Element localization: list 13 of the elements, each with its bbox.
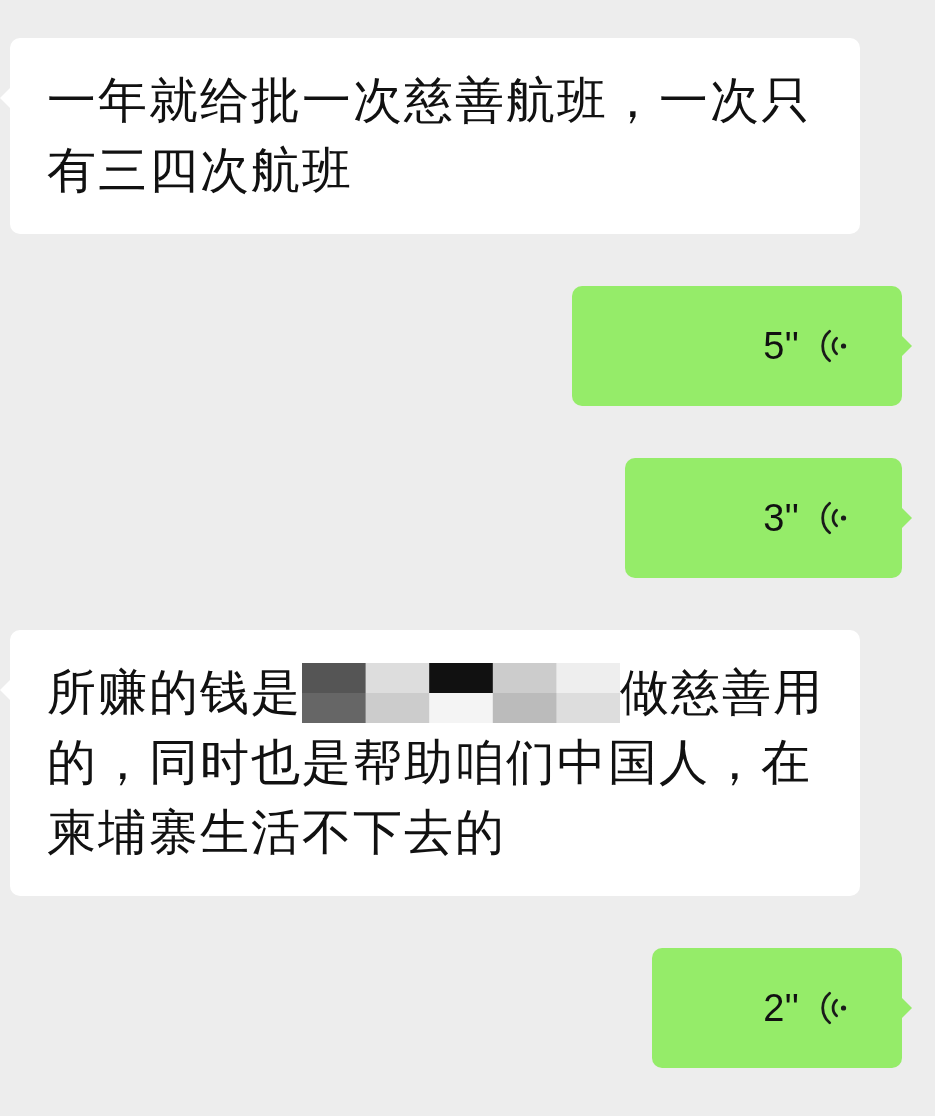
voice-message[interactable]: 2'' — [652, 948, 902, 1068]
voice-duration: 2'' — [763, 986, 799, 1030]
voice-icon — [821, 989, 847, 1027]
message-text: 的，同时也是帮助咱们中国人，在柬埔寨生活不下去的 — [47, 733, 813, 863]
message-text: 一年就给批一次慈善航班，一次只有三四次航班 — [47, 71, 813, 201]
voice-duration: 3'' — [763, 496, 799, 540]
voice-message[interactable]: 5'' — [572, 286, 902, 406]
voice-icon — [821, 499, 847, 537]
voice-message[interactable]: 3'' — [625, 458, 902, 578]
message-text: 做慈善用 — [620, 664, 824, 721]
voice-icon — [821, 327, 847, 365]
voice-duration: 5'' — [763, 324, 799, 368]
message-text: 所赚的钱是 — [47, 664, 302, 721]
